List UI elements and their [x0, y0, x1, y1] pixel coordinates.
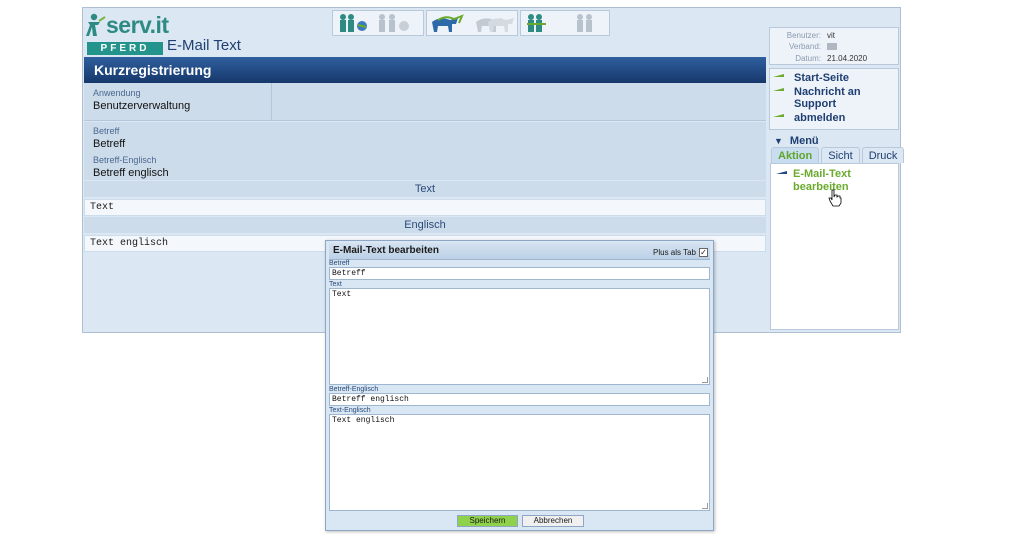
datum-row: Datum: 21.04.2020	[770, 53, 898, 64]
betreff-en-value: Betreff englisch	[93, 167, 169, 179]
dlg-betreff-label: Betreff	[329, 260, 350, 267]
dlg-text-textarea[interactable]: Text	[329, 288, 710, 385]
nav-start[interactable]: Start-Seite	[770, 72, 898, 84]
person-logo-icon	[86, 13, 106, 36]
betreff-en-label: Betreff-Englisch	[93, 155, 157, 165]
dlg-text-en-value: Text englisch	[332, 416, 395, 425]
dlg-text-en-textarea[interactable]: Text englisch	[329, 414, 710, 511]
servit-logo[interactable]: serv.it PFERD	[86, 11, 169, 57]
dlg-text-en-label: Text-Englisch	[329, 407, 371, 414]
edit-email-text-dialog: E-Mail-Text bearbeiten Plus als Tab ✓ Be…	[325, 240, 714, 531]
logo-band: PFERD	[87, 42, 163, 55]
text-section-body: Text	[84, 199, 766, 216]
green-pennant-icon	[773, 74, 784, 77]
tab-aktion[interactable]: Aktion	[771, 147, 820, 163]
betreff-value: Betreff	[93, 138, 126, 150]
dlg-text-label: Text	[329, 281, 342, 288]
module-horses-icon[interactable]	[426, 10, 518, 36]
anwendung-row: Anwendung Benutzerverwaltung	[84, 83, 766, 121]
user-row: Benutzer: vit	[770, 30, 898, 41]
datum-label: Datum:	[795, 54, 821, 63]
hand-cursor-icon	[828, 189, 842, 207]
datum-value: 21.04.2020	[827, 54, 868, 63]
nav-logout[interactable]: abmelden	[770, 112, 898, 124]
nav-box: Start-Seite Nachricht an Support abmelde…	[769, 68, 899, 130]
action-edit-email-text[interactable]: E-Mail-Text bearbeiten	[776, 168, 863, 194]
dlg-betreff-input[interactable]: Betreff	[329, 267, 710, 280]
user-value: vit	[827, 31, 835, 40]
module-people-icon[interactable]	[520, 10, 610, 36]
verband-flag-icon	[827, 43, 837, 50]
text-section-header: Text	[84, 181, 766, 197]
cancel-button[interactable]: Abbrechen	[522, 515, 584, 527]
dialog-title: E-Mail-Text bearbeiten	[333, 245, 439, 256]
blue-pennant-icon	[776, 171, 787, 174]
menu-tabs: Aktion Sicht Druck	[771, 147, 905, 163]
tab-druck[interactable]: Druck	[861, 147, 905, 163]
dlg-text-value: Text	[332, 290, 352, 299]
plus-as-tab-label: Plus als Tab	[653, 248, 696, 257]
module-people-globe-icon[interactable]	[332, 10, 424, 36]
plus-as-tab-option[interactable]: Plus als Tab ✓	[653, 248, 708, 257]
dialog-titlebar[interactable]: E-Mail-Text bearbeiten Plus als Tab ✓	[329, 243, 710, 260]
nav-support-label: Nachricht an Support	[794, 86, 861, 110]
anwendung-value: Benutzerverwaltung	[93, 100, 191, 112]
menu-header[interactable]: ▼ Menü	[774, 135, 819, 147]
page-title: E-Mail Text	[167, 37, 241, 54]
resize-grip-icon[interactable]	[702, 503, 708, 509]
betreff-block: Betreff Betreff Betreff-Englisch Betreff…	[84, 122, 766, 180]
englisch-section-header: Englisch	[84, 217, 766, 233]
user-label: Benutzer:	[786, 31, 821, 40]
green-pennant-icon	[773, 114, 784, 117]
green-pennant-icon	[773, 88, 784, 91]
tab-sicht[interactable]: Sicht	[821, 147, 860, 163]
betreff-label: Betreff	[93, 126, 120, 136]
verband-label: Verband:	[788, 42, 821, 51]
logo-wordmark: serv.it	[106, 12, 169, 38]
action-panel: E-Mail-Text bearbeiten	[770, 163, 899, 330]
triangle-down-icon: ▼	[774, 136, 783, 146]
plus-as-tab-checkbox[interactable]: ✓	[699, 248, 708, 257]
nav-start-label: Start-Seite	[794, 72, 850, 84]
dlg-betreff-en-label: Betreff-Englisch	[329, 386, 379, 393]
nav-logout-label: abmelden	[794, 112, 846, 124]
user-info-box: Benutzer: vit Verband: Datum: 21.04.2020	[769, 27, 899, 65]
verband-row: Verband:	[770, 41, 898, 53]
menu-title: Menü	[789, 135, 819, 147]
nav-support[interactable]: Nachricht an Support	[770, 86, 898, 110]
resize-grip-icon[interactable]	[702, 377, 708, 383]
section-banner: Kurzregistrierung	[84, 57, 766, 83]
dlg-betreff-en-input[interactable]: Betreff englisch	[329, 393, 710, 406]
module-icon-bar	[332, 10, 610, 36]
anwendung-label: Anwendung	[93, 88, 141, 98]
anwendung-cell: Anwendung Benutzerverwaltung	[84, 83, 272, 121]
save-button[interactable]: Speichern	[457, 515, 518, 527]
